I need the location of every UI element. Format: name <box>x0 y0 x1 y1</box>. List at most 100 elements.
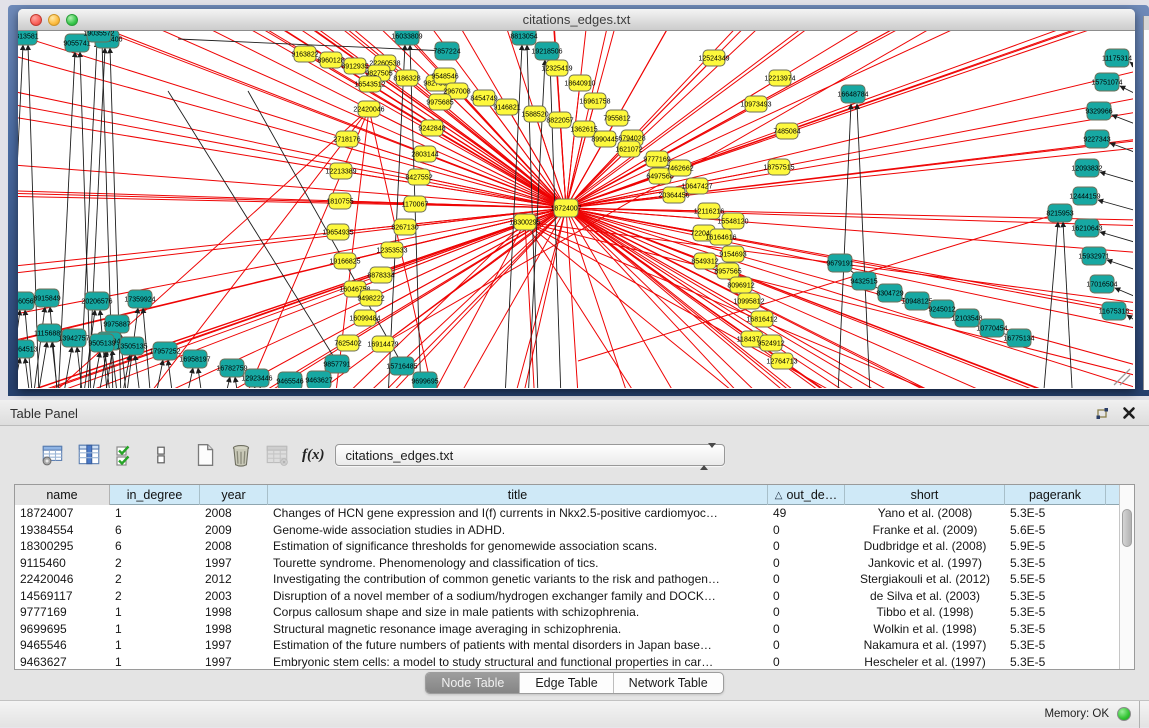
column-header-name[interactable]: name <box>15 485 110 505</box>
table-row[interactable]: 1938455462009Genome-wide association stu… <box>15 522 1119 539</box>
graph-node[interactable]: 12103548 <box>951 309 982 327</box>
graph-node[interactable]: 16775134 <box>1003 329 1034 347</box>
graph-node[interactable]: 8878334 <box>367 267 394 283</box>
graph-node[interactable]: 9679191 <box>826 254 853 272</box>
graph-node[interactable]: 18724007 <box>550 199 581 217</box>
graph-node[interactable]: 15548120 <box>717 213 748 229</box>
graph-node[interactable]: 12764513 <box>18 340 38 358</box>
table-row[interactable]: 2242004622012Investigating the contribut… <box>15 571 1119 588</box>
graph-node[interactable]: 9463627 <box>305 371 332 388</box>
graph-node[interactable]: 9163822 <box>291 46 318 62</box>
graph-node[interactable]: 17957252 <box>149 342 180 360</box>
graph-node[interactable]: 2803144 <box>411 146 438 162</box>
graph-node[interactable]: 16782759 <box>216 359 247 377</box>
graph-node[interactable]: 9975887 <box>103 315 130 333</box>
tab-network-table[interactable]: Network Table <box>614 673 723 693</box>
graph-node[interactable]: 8186328 <box>393 70 420 86</box>
graph-node[interactable]: 17016504 <box>1086 275 1117 293</box>
graph-node[interactable]: 16816412 <box>746 311 777 327</box>
graph-node[interactable]: 20206576 <box>81 292 112 310</box>
new-column-icon[interactable] <box>190 440 220 470</box>
table-selector[interactable]: citations_edges.txt <box>335 444 725 466</box>
network-canvas[interactable]: 9055741206914069313581190355721603380988… <box>18 31 1133 388</box>
graph-node[interactable]: 8990445 <box>591 131 618 147</box>
graph-node[interactable]: 8096912 <box>727 277 754 293</box>
graph-node[interactable]: 10647427 <box>681 178 712 194</box>
scrollbar-thumb[interactable] <box>1122 509 1132 547</box>
graph-node[interactable]: 18640910 <box>564 75 595 91</box>
table-vertical-scrollbar[interactable] <box>1119 485 1134 669</box>
table-row[interactable]: 977716911998Corpus callosum shape and si… <box>15 604 1119 621</box>
graph-node[interactable]: 16210643 <box>1071 219 1102 237</box>
graph-node[interactable]: 12764713 <box>766 353 797 369</box>
graph-node[interactable]: 16164616 <box>705 229 736 245</box>
table-row[interactable]: 911546021997Tourette syndrome. Phenomeno… <box>15 555 1119 572</box>
graph-node[interactable]: 16099484 <box>349 310 380 326</box>
graph-node[interactable]: 19218506 <box>531 42 562 60</box>
delete-column-icon[interactable] <box>226 440 256 470</box>
graph-node[interactable]: 12213974 <box>764 70 795 86</box>
graph-node[interactable]: 9975685 <box>426 94 453 110</box>
graph-node[interactable]: 18757515 <box>763 159 794 175</box>
column-header-short[interactable]: short <box>845 485 1005 505</box>
graph-node[interactable]: 7485084 <box>773 123 800 139</box>
graph-node[interactable]: 8549312 <box>691 253 718 269</box>
graph-node[interactable]: 9242848 <box>418 120 445 136</box>
graph-node[interactable]: 15716485 <box>386 357 417 375</box>
graph-node[interactable]: 7625402 <box>334 335 361 351</box>
graph-node[interactable]: 12093832 <box>1071 159 1102 177</box>
graph-node[interactable]: 17359924 <box>124 290 155 308</box>
graph-node[interactable]: 16033809 <box>391 31 422 45</box>
graph-node[interactable]: 9432515 <box>850 272 877 290</box>
graph-node[interactable]: 10973493 <box>740 96 771 112</box>
table-row[interactable]: 946362711997Embryonic stem cells: a mode… <box>15 654 1119 670</box>
table-row[interactable]: 946554611997Estimation of the future num… <box>15 637 1119 654</box>
column-header-out-de-[interactable]: △out_de… <box>768 485 845 505</box>
graph-node[interactable]: 12444159 <box>1069 187 1100 205</box>
tab-node-table[interactable]: Node Table <box>426 673 520 693</box>
graph-node[interactable]: 13505135 <box>116 337 147 355</box>
graph-node[interactable]: 9146821 <box>493 99 520 115</box>
graph-node[interactable]: 16914479 <box>367 336 398 352</box>
column-header-in-degree[interactable]: in_degree <box>110 485 200 505</box>
table-settings-icon[interactable] <box>38 440 68 470</box>
graph-node[interactable]: 7857224 <box>433 42 460 60</box>
graph-node[interactable]: 9524912 <box>757 335 784 351</box>
graph-node[interactable]: 12923446 <box>241 369 272 387</box>
float-panel-icon[interactable] <box>1095 405 1111 421</box>
column-header-title[interactable]: title <box>268 485 768 505</box>
show-columns-icon[interactable] <box>74 440 104 470</box>
function-builder-icon[interactable]: f(x) <box>302 447 325 464</box>
graph-node[interactable]: 8304729 <box>876 284 903 302</box>
graph-node[interactable]: 13942757 <box>58 329 89 347</box>
select-columns-icon[interactable] <box>110 440 140 470</box>
graph-node[interactable]: 9465546 <box>276 372 303 388</box>
graph-node[interactable]: 19166825 <box>329 253 360 269</box>
graph-node[interactable]: 10995812 <box>733 293 764 309</box>
graph-node[interactable]: 22420046 <box>353 101 384 117</box>
graph-node[interactable]: 1588520 <box>521 106 548 122</box>
delete-table-icon[interactable] <box>262 440 292 470</box>
graph-node[interactable]: 1810755 <box>326 193 353 209</box>
row-height-icon[interactable] <box>146 440 176 470</box>
graph-node[interactable]: 12524349 <box>698 50 729 66</box>
graph-node[interactable]: 10770454 <box>976 319 1007 337</box>
table-row[interactable]: 969969511998Structural magnetic resonanc… <box>15 621 1119 638</box>
graph-node[interactable]: 7955812 <box>603 110 630 126</box>
graph-node[interactable]: 1621072 <box>615 141 642 157</box>
graph-node[interactable]: 18300295 <box>509 214 540 230</box>
graph-node[interactable]: 9857791 <box>323 355 350 373</box>
tab-edge-table[interactable]: Edge Table <box>520 673 613 693</box>
graph-node[interactable]: 8915849 <box>33 289 60 307</box>
column-header-year[interactable]: year <box>200 485 268 505</box>
graph-node[interactable]: 9548546 <box>431 68 458 84</box>
graph-node[interactable]: 12213389 <box>325 163 356 179</box>
graph-node[interactable]: 15751074 <box>1091 73 1122 91</box>
graph-node[interactable]: 12116216 <box>694 203 725 219</box>
graph-node[interactable]: 11175314 <box>1102 49 1132 67</box>
graph-node[interactable]: 9154693 <box>719 246 746 262</box>
graph-node[interactable]: 16543512 <box>354 76 385 92</box>
graph-node[interactable]: 16648784 <box>837 85 868 103</box>
table-row[interactable]: 1830029562008Estimation of significance … <box>15 538 1119 555</box>
graph-node[interactable]: 16961758 <box>579 93 610 109</box>
